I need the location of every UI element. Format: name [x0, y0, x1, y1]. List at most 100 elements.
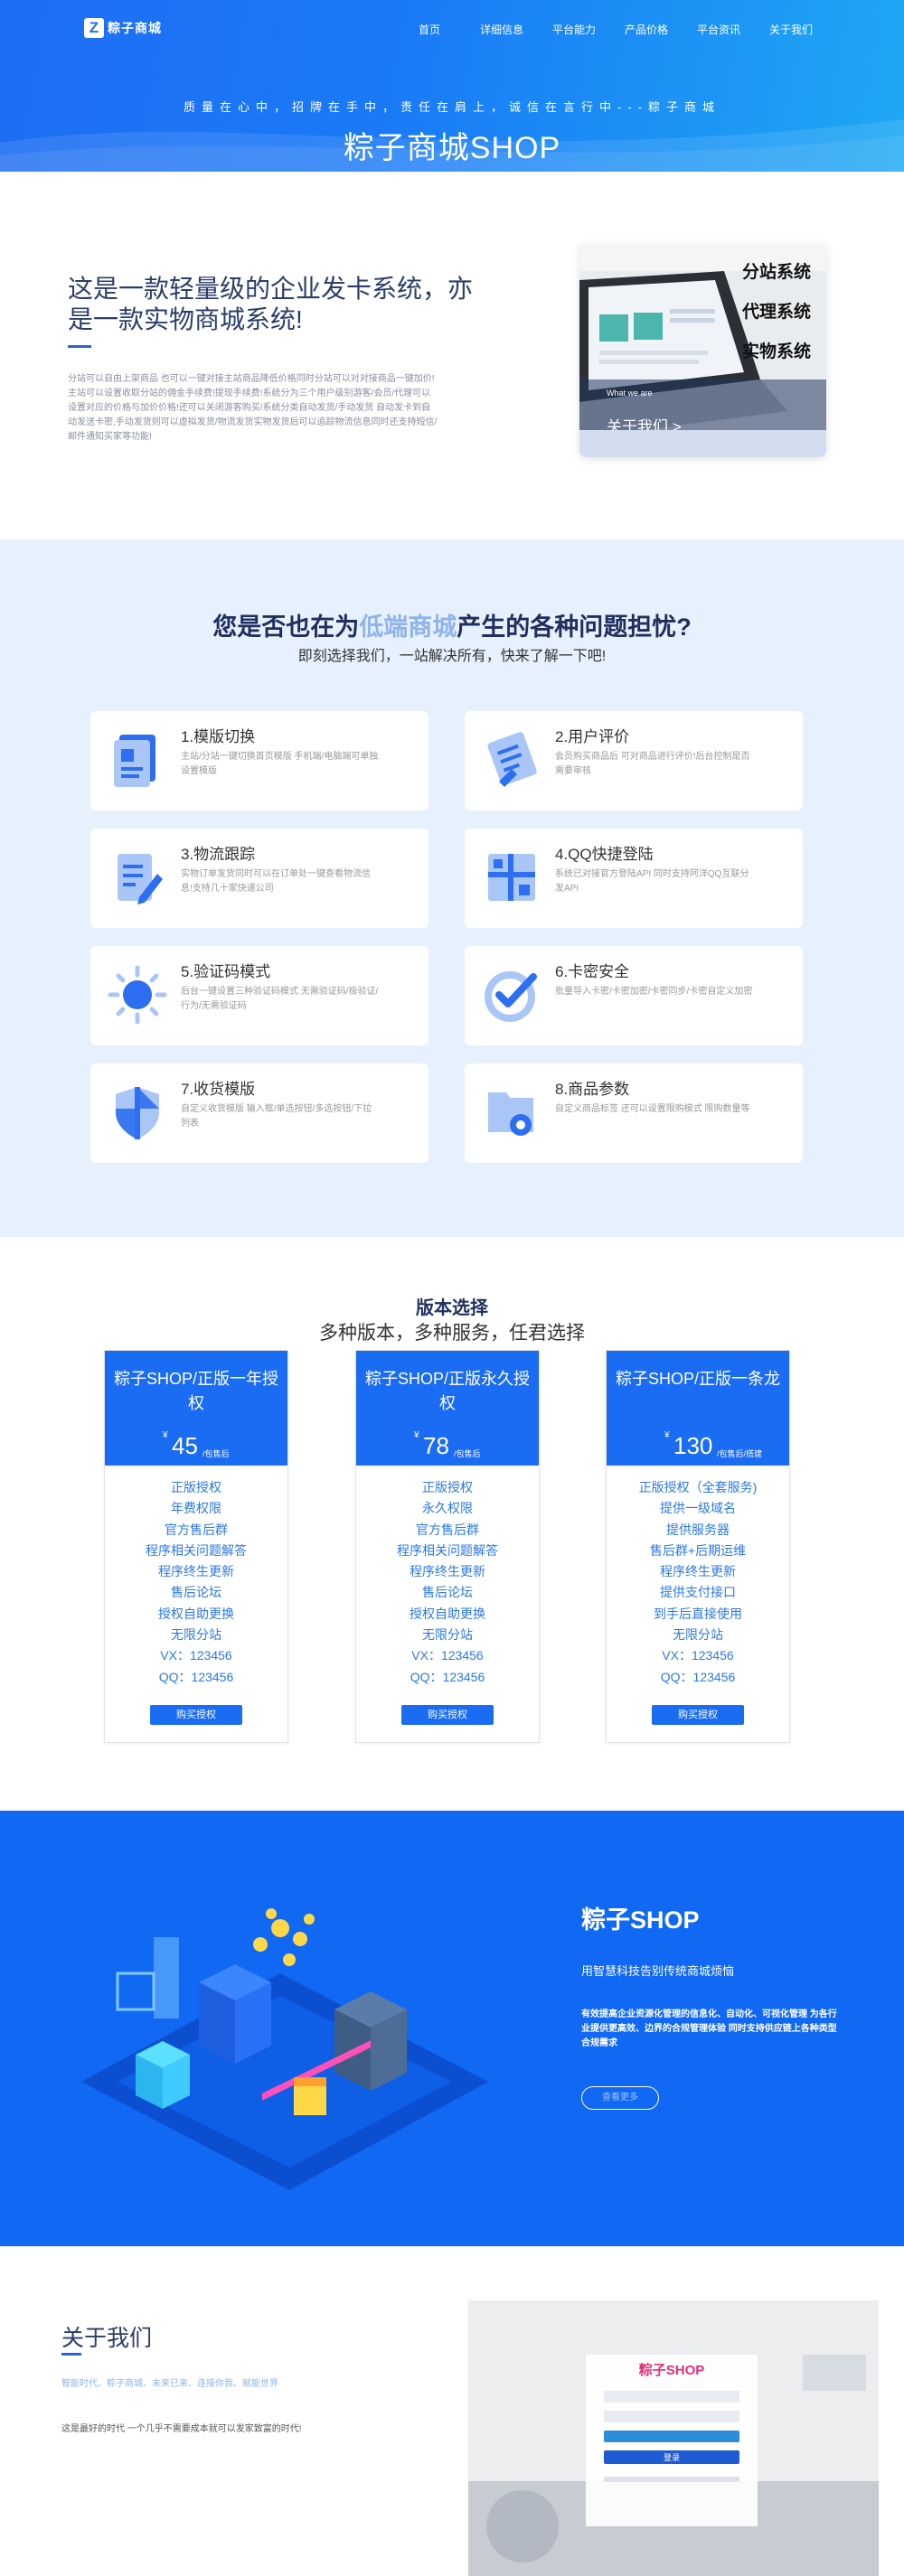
captcha-icon	[108, 965, 167, 1025]
plan-currency: ¥	[664, 1430, 670, 1440]
card-tag-substation: 分站系统	[742, 262, 812, 282]
plan-feature: 提供支付接口	[660, 1585, 736, 1600]
banner-subtitle: 用智慧科技告别传统商城烦恼	[581, 1964, 735, 1978]
plan-card-yearly: 粽子SHOP/正版一年授权 ¥ 45 /包售后 正版授权 年费权限 官方售后群 …	[104, 1350, 288, 1743]
buy-button-yearly[interactable]: 购买授权	[150, 1705, 242, 1725]
about-title: 关于我们	[61, 2326, 153, 2351]
plan-currency: ¥	[163, 1430, 168, 1440]
nav-menu: 首页 详细信息 平台能力 产品价格 平台资讯 关于我们	[393, 22, 827, 37]
feature-card[interactable]: 8.商品参数 自定义商品标签 还可以设置限购模式 限购数量等	[465, 1063, 803, 1163]
feature-desc: 自定义商品标签 还可以设置限购模式 限购数量等	[555, 1104, 750, 1114]
pricing-subtitle: 多种版本，多种服务，任君选择	[319, 1323, 585, 1344]
about-divider	[61, 2353, 81, 2356]
feature-card[interactable]: 2.用户评价 会员购买商品后 可对商品进行评价!后台控制是否需要审核	[465, 711, 803, 810]
problems-title-post: 产生的各种问题担忧?	[457, 614, 692, 641]
hero-slogan: 质量在心中，招牌在手中，责任在肩上，诚信在言行中---粽子商城	[184, 100, 720, 114]
mock-login-button: 登录	[664, 2453, 680, 2462]
plan-feature: 正版授权（全套服务)	[638, 1480, 758, 1494]
plan-feature: 提供服务器	[666, 1522, 730, 1537]
plan-feature: 程序终生更新	[410, 1564, 485, 1579]
feature-desc: 批量导入卡密/卡密加密/卡密同步/卡密自定义加密	[555, 987, 753, 997]
plan-feature: QQ：123456	[158, 1669, 234, 1684]
nav-item-details[interactable]: 详细信息	[466, 22, 538, 37]
card-tag-agent: 代理系统	[742, 302, 812, 322]
pricing-section: 版本选择 多种版本，多种服务，任君选择 粽子SHOP/正版一年授权 ¥ 45 /…	[0, 1237, 904, 1811]
plan-price: 78	[423, 1432, 449, 1459]
plan-card-one-stop: 粽子SHOP/正版一条龙 ¥ 130 /包售后/搭建 正版授权（全套服务) 提供…	[606, 1350, 790, 1743]
plan-feature: 到手后直接使用	[654, 1606, 742, 1621]
product-params-icon	[488, 1092, 533, 1136]
office-login-photo: 粽子SHOP 登录	[468, 2300, 879, 2576]
plan-feature-list: 正版授权 年费权限 官方售后群 程序相关问题解答 程序终生更新 售后论坛 授权自…	[105, 1477, 287, 1688]
plan-feature-list: 正版授权 永久权限 官方售后群 程序相关问题解答 程序终生更新 售后论坛 授权自…	[356, 1477, 539, 1688]
buy-button-one-stop[interactable]: 购买授权	[652, 1705, 744, 1725]
plan-name: 粽子SHOP/正版一条龙	[616, 1370, 781, 1388]
plan-feature: 授权自助更换	[410, 1606, 485, 1621]
feature-card[interactable]: 5.验证码模式 后台一键设置三种验证码模式 无需验证码/极验证/行为/无需验证码	[90, 946, 428, 1045]
intro-divider	[68, 345, 91, 348]
logistics-icon	[118, 854, 163, 904]
problems-section: 您是否也在为低端商城产生的各种问题担忧? 即刻选择我们，一站解决所有，快来了解一…	[0, 539, 904, 1237]
plan-feature: 程序相关问题解答	[397, 1542, 498, 1558]
plan-feature: 年费权限	[171, 1501, 221, 1516]
nav-item-about[interactable]: 关于我们	[755, 22, 827, 37]
buy-button-permanent[interactable]: 购买授权	[401, 1705, 494, 1725]
nav-item-pricing[interactable]: 产品价格	[610, 22, 683, 37]
plan-feature: 售后论坛	[422, 1585, 473, 1600]
feature-desc: 自定义收货模版 输入框/单选按钮/多选按钮/下拉列表	[181, 1104, 372, 1129]
plan-feature: VX：123456	[411, 1648, 484, 1663]
plan-feature: QQ：123456	[410, 1669, 485, 1684]
plan-feature: VX：123456	[160, 1648, 232, 1663]
plan-unit: /包售后	[454, 1449, 481, 1458]
plan-feature: 正版授权	[422, 1480, 473, 1494]
problems-title: 您是否也在为低端商城产生的各种问题担忧?	[0, 607, 904, 642]
feature-desc: 后台一键设置三种验证码模式 无需验证码/极验证/行为/无需验证码	[181, 987, 379, 1011]
nav-item-capabilities[interactable]: 平台能力	[538, 22, 610, 37]
card-tag-physical: 实物系统	[742, 342, 812, 361]
feature-card[interactable]: 7.收货模版 自定义收货模版 输入框/单选按钮/多选按钮/下拉列表	[90, 1063, 428, 1163]
plan-feature: 售后论坛	[171, 1585, 221, 1600]
intro-section: 这是一款轻量级的企业发卡系统，亦是一款实物商城系统! 分站可以自由上架商品 也可…	[0, 172, 904, 539]
nav-item-home[interactable]: 首页	[393, 22, 466, 37]
banner-description: 有效提高企业资源化管理的信息化、自动化、可视化管理 为各行业提供更高效、边界的合…	[581, 2009, 837, 2048]
plan-currency: ¥	[414, 1430, 419, 1440]
shop-banner-section: 粽子SHOP 用智慧科技告别传统商城烦恼 有效提高企业资源化管理的信息化、自动化…	[0, 1811, 904, 2246]
nav-item-news[interactable]: 平台资讯	[683, 22, 755, 37]
logo[interactable]: Z 粽子商城	[84, 18, 162, 38]
feature-desc: 实物订单发货同时可以在订单处一键查看物流信息!支持几十家快递公司	[181, 869, 371, 894]
feature-card[interactable]: 3.物流跟踪 实物订单发货同时可以在订单处一键查看物流信息!支持几十家快递公司	[90, 829, 428, 928]
view-more-button[interactable]: 查看更多	[581, 2086, 659, 2110]
problems-title-pre: 您是否也在为	[212, 614, 360, 641]
feature-card[interactable]: 1.模版切换 主站/分站一键切换首页模版 手机端/电脑端可单独设置模版	[90, 711, 428, 810]
feature-title: 5.验证码模式	[181, 963, 271, 980]
plan-feature: 程序终生更新	[660, 1564, 736, 1579]
card-footer-bar	[579, 430, 826, 457]
intro-description: 分站可以自由上架商品 也可以一键对接主站商品降低价格同时分站可以对对接商品一键加…	[68, 374, 438, 442]
plan-feature: QQ：123456	[660, 1669, 736, 1684]
plan-feature: 无限分站	[171, 1627, 221, 1643]
plan-feature: 无限分站	[422, 1627, 473, 1643]
card-caption: What we are	[607, 389, 653, 398]
plan-feature: VX：123456	[662, 1648, 734, 1663]
problems-title-highlight: 低端商城	[359, 614, 457, 641]
top-nav: Z 粽子商城 首页 详细信息 平台能力 产品价格 平台资讯 关于我们	[0, 0, 904, 58]
intro-title: 这是一款轻量级的企业发卡系统，亦是一款实物商城系统!	[68, 275, 474, 333]
feature-card[interactable]: 4.QQ快捷登陆 系统已对接官方登陆API 同时支持阿洋QQ互联分发API	[465, 829, 803, 928]
feature-card[interactable]: 6.卡密安全 批量导入卡密/卡密加密/卡密同步/卡密自定义加密	[465, 946, 803, 1045]
qq-login-icon	[488, 854, 535, 901]
feature-title: 8.商品参数	[555, 1081, 630, 1098]
feature-title: 3.物流跟踪	[181, 846, 256, 863]
logo-text: 粽子商城	[108, 21, 162, 35]
plan-unit: /包售后/搭建	[717, 1449, 763, 1458]
plan-feature: 正版授权	[171, 1480, 221, 1494]
about-card[interactable]: 分站系统 代理系统 实物系统 What we are 关于我们 >	[579, 244, 826, 457]
plan-name: 粽子SHOP/正版永久授权	[365, 1370, 531, 1412]
plan-header: 粽子SHOP/正版一条龙 ¥ 130 /包售后/搭建	[607, 1351, 789, 1466]
plan-unit: /包售后	[202, 1449, 230, 1458]
about-text: 这是最好的时代 一个几乎不需要成本就可以发家致富的时代!	[61, 2424, 302, 2434]
feature-title: 7.收货模版	[181, 1081, 256, 1098]
plan-feature: 永久权限	[422, 1501, 473, 1516]
hero-header: Z 粽子商城 首页 详细信息 平台能力 产品价格 平台资讯 关于我们 质量在心中…	[0, 0, 904, 172]
plan-feature-list: 正版授权（全套服务) 提供一级域名 提供服务器 售后群+后期运维 程序终生更新 …	[607, 1477, 789, 1688]
plan-header: 粽子SHOP/正版永久授权 ¥ 78 /包售后	[356, 1351, 539, 1466]
